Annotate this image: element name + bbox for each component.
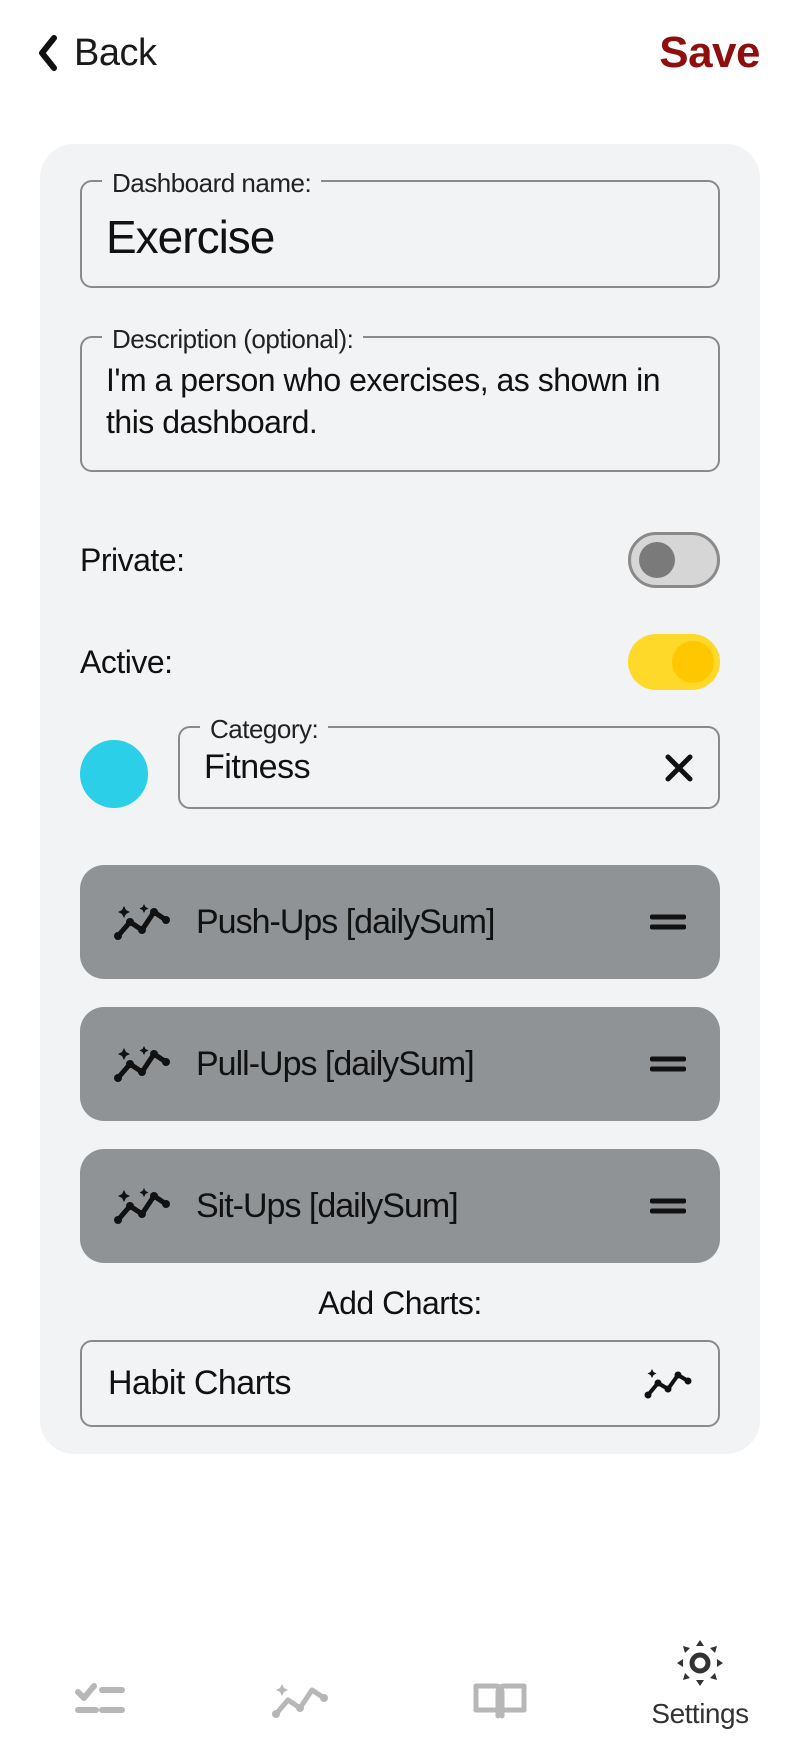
- dashboard-name-field[interactable]: Dashboard name:: [80, 180, 720, 288]
- nav-settings-label: Settings: [651, 1698, 748, 1730]
- sparkle-chart-icon: [644, 1365, 692, 1403]
- sparkle-chart-icon: [114, 1042, 170, 1086]
- category-value: Fitness: [204, 748, 310, 787]
- private-toggle[interactable]: [628, 532, 720, 588]
- chart-item-label: Sit-Ups [dailySum]: [196, 1187, 650, 1226]
- header: Back Save: [0, 0, 800, 96]
- drag-handle-icon[interactable]: [650, 912, 686, 932]
- chart-item[interactable]: Sit-Ups [dailySum]: [80, 1149, 720, 1263]
- drag-handle-icon[interactable]: [650, 1196, 686, 1216]
- bottom-nav: x x x Settings: [0, 1588, 800, 1744]
- toggle-knob: [672, 641, 714, 683]
- back-label: Back: [74, 32, 156, 75]
- add-charts-title: Add Charts:: [80, 1285, 720, 1322]
- private-label: Private:: [80, 542, 184, 579]
- book-icon: [470, 1678, 530, 1722]
- private-row: Private:: [80, 532, 720, 588]
- chart-item[interactable]: Push-Ups [dailySum]: [80, 865, 720, 979]
- form-card: Dashboard name: Description (optional): …: [40, 144, 760, 1454]
- toggle-knob: [639, 542, 675, 578]
- category-row: Category: Fitness: [80, 726, 720, 809]
- add-habit-charts-button[interactable]: Habit Charts: [80, 1340, 720, 1427]
- back-button[interactable]: Back: [36, 32, 156, 75]
- category-label: Category:: [200, 714, 328, 745]
- active-label: Active:: [80, 644, 173, 681]
- category-color-dot[interactable]: [80, 740, 148, 808]
- description-label: Description (optional):: [102, 324, 363, 355]
- checklist-icon: [72, 1678, 128, 1722]
- chart-item[interactable]: Pull-Ups [dailySum]: [80, 1007, 720, 1121]
- chart-item-label: Push-Ups [dailySum]: [196, 903, 650, 942]
- nav-insights[interactable]: x: [200, 1678, 400, 1730]
- description-field[interactable]: Description (optional):: [80, 336, 720, 472]
- active-row: Active:: [80, 634, 720, 690]
- nav-tasks[interactable]: x: [0, 1678, 200, 1730]
- dashboard-name-label: Dashboard name:: [102, 168, 321, 199]
- description-input[interactable]: [106, 360, 694, 443]
- gear-icon: [673, 1636, 727, 1690]
- nav-library[interactable]: x: [400, 1678, 600, 1730]
- save-button[interactable]: Save: [659, 28, 760, 78]
- nav-settings[interactable]: Settings: [600, 1636, 800, 1730]
- close-icon[interactable]: [664, 753, 694, 783]
- sparkle-chart-icon: [114, 1184, 170, 1228]
- sparkle-chart-icon: [114, 900, 170, 944]
- chart-item-label: Pull-Ups [dailySum]: [196, 1045, 650, 1084]
- dashboard-name-input[interactable]: [106, 210, 694, 264]
- chart-list: Push-Ups [dailySum] Pull-Ups [dailySum] …: [80, 865, 720, 1263]
- category-field[interactable]: Category: Fitness: [178, 726, 720, 809]
- add-row-label: Habit Charts: [108, 1364, 291, 1403]
- active-toggle[interactable]: [628, 634, 720, 690]
- drag-handle-icon[interactable]: [650, 1054, 686, 1074]
- chevron-left-icon: [36, 35, 58, 71]
- sparkle-chart-icon: [272, 1678, 328, 1722]
